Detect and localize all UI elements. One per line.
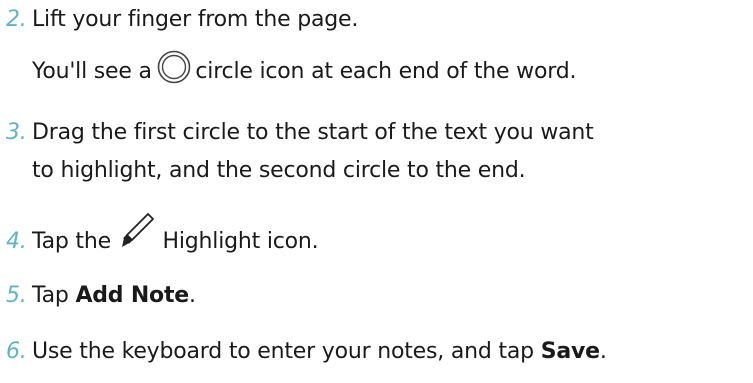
step-text-after: Highlight icon.: [155, 229, 319, 254]
step-text-after: .: [599, 339, 607, 364]
save-label: Save: [540, 339, 600, 364]
instruction-list: 2. Lift your finger from the page. You'll…: [0, 0, 753, 383]
step-number: 3.: [6, 120, 27, 145]
step-text-before: Use the keyboard to enter your notes, an…: [32, 339, 541, 364]
step-text-before: Tap: [32, 283, 76, 308]
step-2: 2. Lift your finger from the page.: [6, 4, 358, 36]
detail-text-after: circle icon at each end of the word.: [188, 59, 577, 84]
circle-icon: [156, 49, 192, 95]
step-4: 4. Tap the Highlight icon.: [6, 213, 319, 261]
highlighter-pen-icon: [118, 211, 156, 261]
step-3: 3. Drag the first circle to the start of …: [6, 117, 594, 149]
step-text-continued: to highlight, and the second circle to t…: [32, 158, 526, 183]
step-number: 4.: [6, 229, 27, 254]
step-text-after: .: [188, 283, 196, 308]
step-5: 5. Tap Add Note.: [6, 280, 196, 312]
step-number: 5.: [6, 283, 27, 308]
step-6: 6. Use the keyboard to enter your notes, …: [6, 336, 607, 368]
step-2-detail: You'll see a circle icon at each end of …: [32, 49, 576, 95]
step-text-before: Tap the: [32, 229, 118, 254]
detail-text-before: You'll see a: [32, 59, 159, 84]
step-3-line2: to highlight, and the second circle to t…: [32, 155, 526, 187]
step-number: 6.: [6, 339, 27, 364]
step-text: Drag the first circle to the start of th…: [32, 120, 594, 145]
add-note-label: Add Note: [75, 283, 189, 308]
step-number: 2.: [6, 7, 27, 32]
step-text: Lift your finger from the page.: [32, 7, 359, 32]
